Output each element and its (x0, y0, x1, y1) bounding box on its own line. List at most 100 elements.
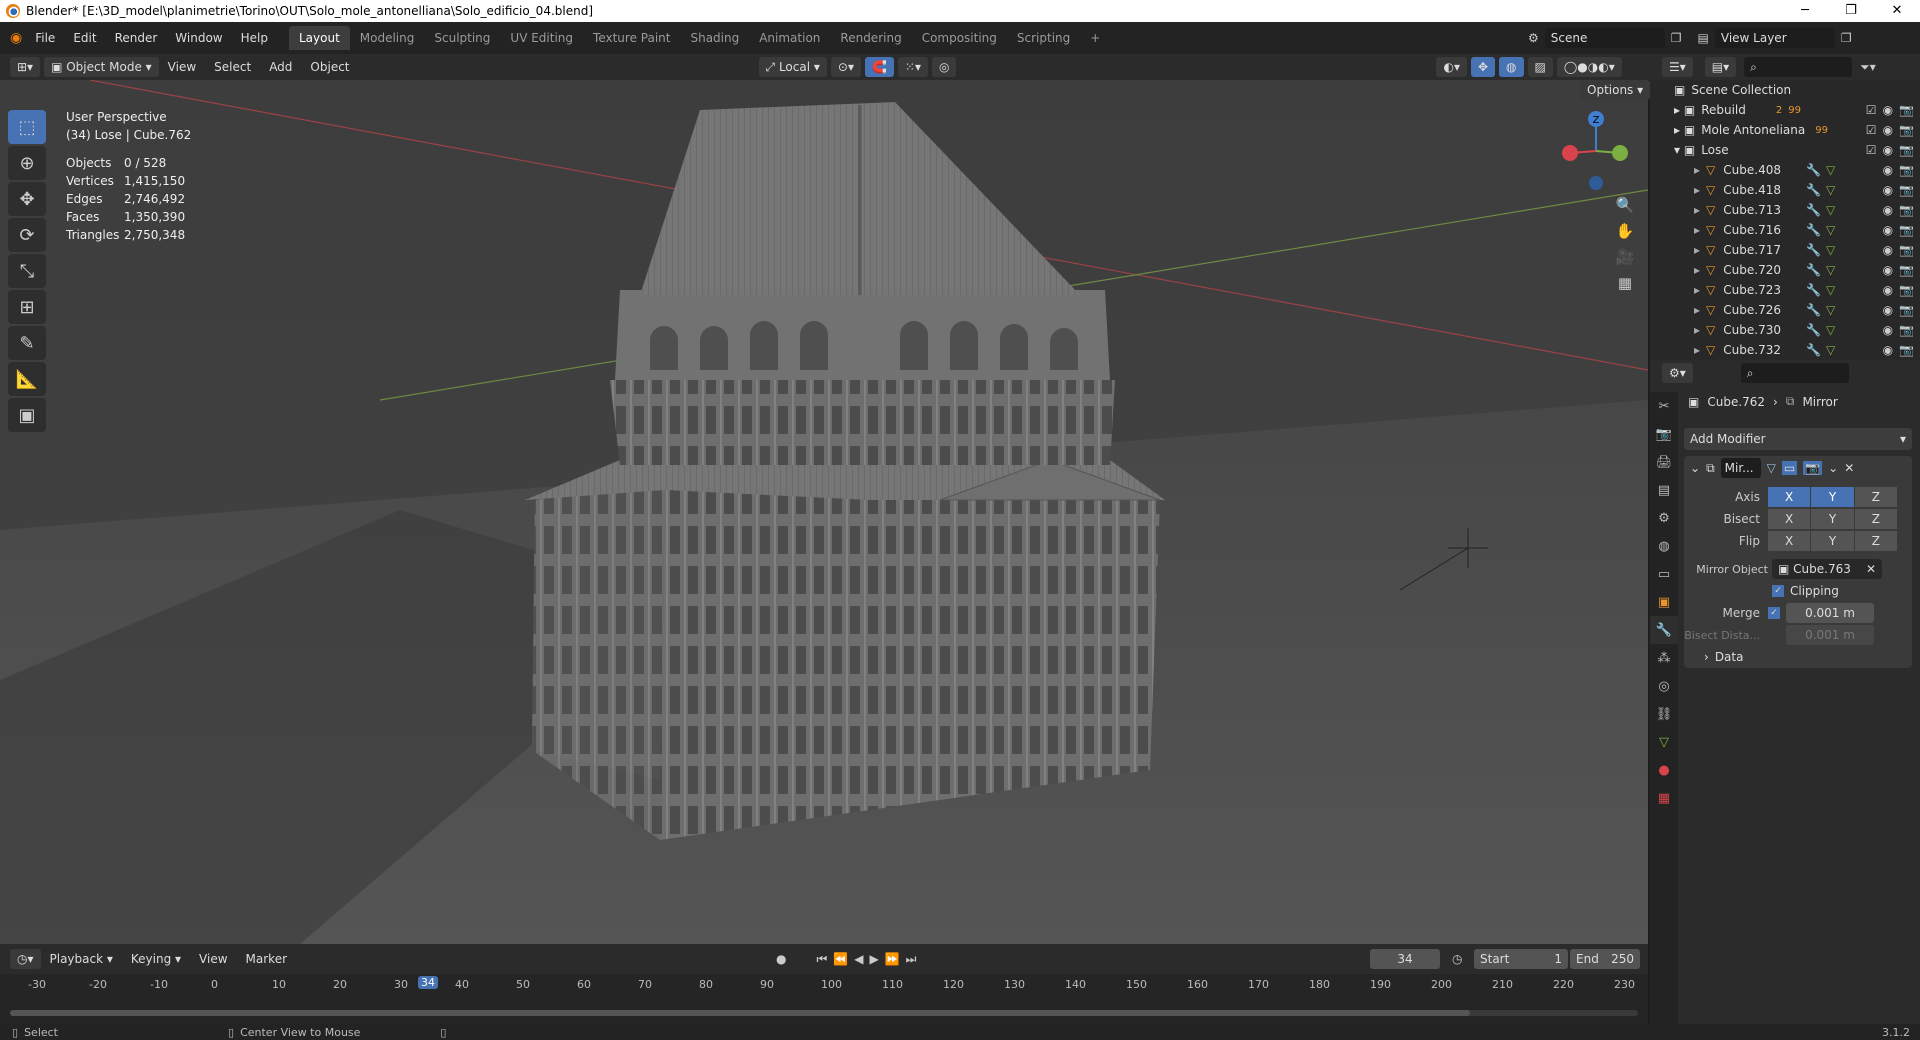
properties-editor-icon[interactable]: ⚙▾ (1662, 363, 1693, 383)
axis-toggles[interactable]: XYZ (1768, 487, 1898, 507)
render-tab-icon[interactable]: 📷 (1650, 420, 1678, 448)
view-layer-selector[interactable]: View Layer (1714, 28, 1835, 48)
merge-checkbox[interactable]: ✓ (1768, 607, 1780, 619)
add-workspace-icon[interactable]: + (1080, 26, 1110, 50)
render-camera-icon[interactable]: 📷 (1899, 223, 1914, 237)
render-camera-icon[interactable]: 📷 (1899, 283, 1914, 297)
snap-target-icon[interactable]: ⁙▾ (897, 57, 928, 77)
eye-icon[interactable]: ◉ (1883, 343, 1893, 357)
add-cube-tool[interactable]: ▣ (8, 398, 46, 432)
outliner-editor-icon[interactable]: ☰▾ (1662, 57, 1693, 77)
data-subpanel[interactable]: › Data (1684, 646, 1912, 668)
render-camera-icon[interactable]: 📷 (1899, 243, 1914, 257)
playback-controls[interactable]: ⏮⏪◀▶⏩⏭ (817, 952, 923, 967)
outliner-object-row[interactable]: ▸ ▽ Cube.713 🔧 ▽ ◉ 📷 (1650, 200, 1920, 220)
texture-tab-icon[interactable]: ▦ (1650, 784, 1678, 812)
new-scene-icon[interactable]: ❐ (1671, 31, 1682, 45)
tab-layout[interactable]: Layout (288, 26, 350, 50)
camera-icon[interactable]: 🎥 (1612, 244, 1638, 270)
expand-icon[interactable]: ▸ (1694, 303, 1700, 317)
eye-icon[interactable]: ◉ (1883, 183, 1893, 197)
constraints-tab-icon[interactable]: ⛓ (1650, 700, 1678, 728)
pan-hand-icon[interactable]: ✋ (1612, 218, 1638, 244)
add-modifier-button[interactable]: Add Modifier ▾ (1684, 428, 1912, 450)
outliner-search[interactable]: ⌕ (1744, 57, 1853, 77)
editor-type-icon[interactable]: ⊞▾ (10, 57, 41, 77)
output-tab-icon[interactable]: 🖨 (1650, 448, 1678, 476)
outliner-object-row[interactable]: ▸ ▽ Cube.418 🔧 ▽ ◉ 📷 (1650, 180, 1920, 200)
menu-file[interactable]: File (26, 31, 64, 45)
realtime-toggle-icon[interactable]: ▭ (1781, 461, 1798, 475)
scene-selector[interactable]: Scene (1544, 28, 1665, 48)
maximize-button[interactable]: ❐ (1828, 0, 1874, 22)
timeline-editor-icon[interactable]: ◷▾ (10, 949, 41, 969)
tool-tab-icon[interactable]: ✂ (1650, 392, 1678, 420)
bisect-distance-field[interactable]: 0.001 m (1786, 625, 1874, 645)
overlay-toggle-icon[interactable]: ◍ (1499, 57, 1524, 77)
edit-mode-toggle-icon[interactable]: ▽ (1767, 461, 1776, 475)
tab-rendering[interactable]: Rendering (830, 26, 911, 50)
gizmo-neg-z[interactable] (1589, 176, 1603, 190)
collection-mole-antoneliana[interactable]: ▸ ▣ Mole Antoneliana 99 ☑ ◉ 📷 (1650, 120, 1920, 140)
menu-render[interactable]: Render (106, 31, 167, 45)
flip-toggles[interactable]: XYZ (1768, 531, 1898, 551)
start-frame-field[interactable]: Start 1 (1474, 949, 1568, 969)
object-tab-icon[interactable]: ▣ (1650, 588, 1678, 616)
viewport-menu-view[interactable]: View (159, 60, 205, 74)
visibility-icon[interactable]: ◐▾ (1436, 57, 1467, 77)
collection-tab-icon[interactable]: ▭ (1650, 560, 1678, 588)
tab-scripting[interactable]: Scripting (1007, 26, 1080, 50)
viewport-menu-object[interactable]: Object (301, 60, 358, 74)
scene-tab-icon[interactable]: ⚙ (1650, 504, 1678, 532)
modifier-name-field[interactable]: Mir... (1720, 458, 1761, 478)
collection-lose[interactable]: ▾ ▣ Lose ☑ ◉ 📷 (1650, 140, 1920, 160)
eye-icon[interactable]: ◉ (1883, 223, 1893, 237)
outliner-object-row[interactable]: ▸ ▽ Cube.717 🔧 ▽ ◉ 📷 (1650, 240, 1920, 260)
timeline-scrollbar[interactable] (10, 1010, 1638, 1016)
expand-icon[interactable]: ▸ (1694, 163, 1700, 177)
eye-icon[interactable]: ◉ (1883, 203, 1893, 217)
pivot-icon[interactable]: ⊙▾ (830, 57, 861, 77)
zoom-icon[interactable]: 🔍 (1612, 192, 1638, 218)
physics-tab-icon[interactable]: ◎ (1650, 672, 1678, 700)
3d-viewport[interactable] (0, 80, 1648, 944)
expand-icon[interactable]: ▸ (1694, 263, 1700, 277)
tab-animation[interactable]: Animation (749, 26, 830, 50)
proportional-edit-icon[interactable]: ◎ (932, 57, 957, 77)
outliner-object-row[interactable]: ▸ ▽ Cube.408 🔧 ▽ ◉ 📷 (1650, 160, 1920, 180)
gizmo-x[interactable] (1562, 145, 1578, 161)
expand-icon[interactable]: ▸ (1694, 283, 1700, 297)
outliner-object-row[interactable]: ▸ ▽ Cube.726 🔧 ▽ ◉ 📷 (1650, 300, 1920, 320)
render-camera-icon[interactable]: 📷 (1899, 203, 1914, 217)
clipping-checkbox[interactable]: ✓ Clipping (1684, 580, 1912, 602)
outliner-object-row[interactable]: ▸ ▽ Cube.730 🔧 ▽ ◉ 📷 (1650, 320, 1920, 340)
tab-compositing[interactable]: Compositing (912, 26, 1007, 50)
eye-icon[interactable]: ◉ (1883, 243, 1893, 257)
expand-icon[interactable]: ▸ (1694, 183, 1700, 197)
mode-selector[interactable]: ▣ Object Mode ▾ (44, 57, 159, 77)
preview-range-icon[interactable]: ◷ (1452, 952, 1462, 966)
modifier-menu-icon[interactable]: ⌄ (1828, 461, 1838, 475)
expand-icon[interactable]: ▸ (1694, 223, 1700, 237)
measure-tool[interactable]: 📐 (8, 362, 46, 396)
render-camera-icon[interactable]: 📷 (1899, 323, 1914, 337)
shading-modes-icon[interactable]: ◯●◑◐▾ (1556, 57, 1622, 77)
world-tab-icon[interactable]: ◍ (1650, 532, 1678, 560)
gizmo-toggle-icon[interactable]: ✥ (1470, 57, 1496, 77)
menu-edit[interactable]: Edit (64, 31, 105, 45)
view-layer-icon[interactable]: ▤ (1698, 31, 1709, 45)
orientation-selector[interactable]: ⤢ Local ▾ (758, 57, 827, 77)
display-mode-icon[interactable]: ▤▾ (1704, 57, 1737, 77)
xray-icon[interactable]: ▨ (1527, 57, 1553, 77)
render-camera-icon[interactable]: 📷 (1899, 263, 1914, 277)
expand-icon[interactable]: ▸ (1694, 343, 1700, 357)
render-camera-icon[interactable]: 📷 (1899, 303, 1914, 317)
outliner-object-row[interactable]: ▸ ▽ Cube.716 🔧 ▽ ◉ 📷 (1650, 220, 1920, 240)
rotate-tool[interactable]: ⟳ (8, 218, 46, 252)
annotate-tool[interactable]: ✎ (8, 326, 46, 360)
tab-modeling[interactable]: Modeling (350, 26, 425, 50)
data-tab-icon[interactable]: ▽ (1650, 728, 1678, 756)
collection-rebuild[interactable]: ▸ ▣ Rebuild 2 99 ☑ ◉ 📷 (1650, 100, 1920, 120)
modifier-tab-icon[interactable]: 🔧 (1650, 616, 1678, 644)
close-window-button[interactable]: ✕ (1874, 0, 1920, 22)
